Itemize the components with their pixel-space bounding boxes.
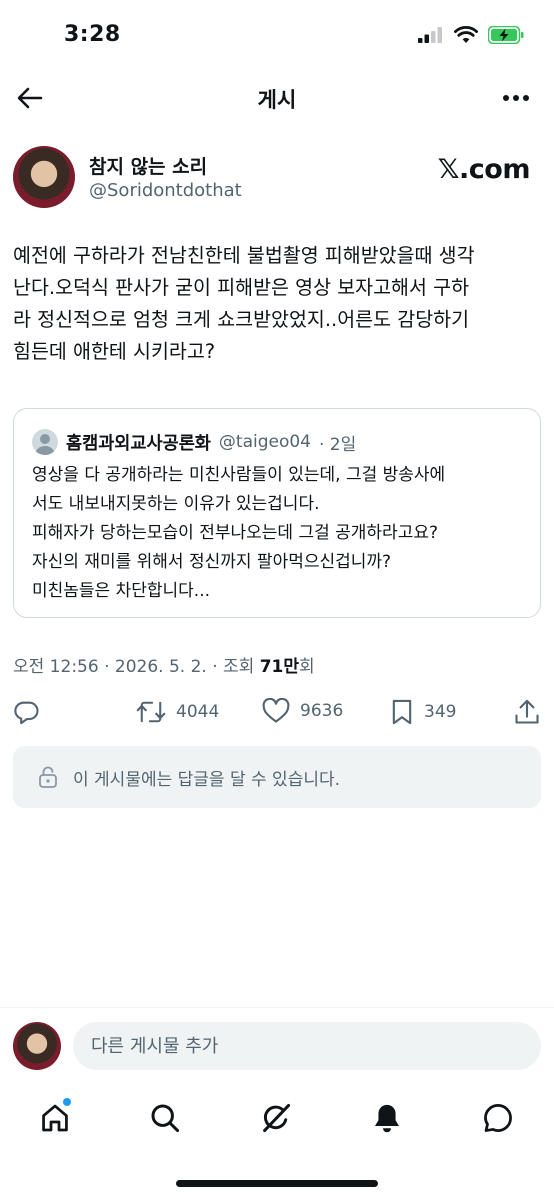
- notification-dot: [63, 1098, 71, 1106]
- battery-charging-icon: [488, 26, 524, 44]
- author-name[interactable]: 참지 않는 소리: [89, 152, 207, 179]
- quoted-post[interactable]: 홈캠과외교사공론화 @taigeo04 · 2일 영상을 다 공개하라는 미친사람…: [13, 408, 541, 618]
- quote-age: · 2일: [319, 434, 357, 455]
- view-count: 71만: [259, 657, 300, 677]
- action-bar: 4044 9636 349: [0, 698, 554, 730]
- page-title: 게시: [257, 88, 297, 112]
- signal-icon: [418, 27, 442, 43]
- retweet-count: 4044: [176, 702, 220, 722]
- share-icon: [515, 699, 539, 724]
- retweet-button[interactable]: 4044: [136, 698, 219, 726]
- bookmark-icon: [392, 699, 412, 725]
- nav-bar: 게시: [0, 74, 554, 122]
- post-meta: 오전 12:56 · 2026. 5. 2. · 조회 71만회: [13, 652, 315, 677]
- like-button[interactable]: 9636: [262, 698, 343, 724]
- author-handle[interactable]: @Soridontdothat: [89, 180, 242, 201]
- quote-author-name: 홈캠과외교사공론화: [66, 433, 211, 454]
- more-icon: [503, 95, 529, 101]
- wifi-icon: [454, 26, 478, 43]
- quote-author-handle: @taigeo04: [218, 432, 311, 452]
- more-button[interactable]: [500, 82, 532, 114]
- author-avatar[interactable]: [13, 146, 75, 208]
- composer: [0, 1020, 554, 1072]
- heart-icon: [262, 698, 290, 723]
- add-post-input[interactable]: [73, 1022, 541, 1070]
- search-icon: [151, 1104, 180, 1133]
- quote-avatar: [32, 429, 58, 455]
- tab-grok[interactable]: [256, 1098, 296, 1138]
- lock-icon: [39, 766, 57, 788]
- notifications-icon: [375, 1104, 399, 1133]
- default-avatar-icon: [35, 434, 55, 455]
- retweet-icon: [136, 701, 166, 723]
- divider: [0, 1007, 554, 1008]
- tab-search[interactable]: [145, 1098, 185, 1138]
- bookmark-count: 349: [424, 702, 457, 722]
- reply-notice-text: 이 게시물에는 답글을 달 수 있습니다.: [73, 769, 341, 790]
- share-button[interactable]: [514, 698, 540, 726]
- grok-icon: [263, 1103, 291, 1133]
- tab-bar: [0, 1092, 554, 1142]
- status-bar: 3:28: [0, 0, 554, 70]
- author-row: 참지 않는 소리 @Soridontdothat 𝕏.com: [0, 142, 554, 214]
- tab-notifications[interactable]: [367, 1098, 407, 1138]
- post-timestamp: 오전 12:56 · 2026. 5. 2. · 조회: [13, 657, 260, 677]
- reply-button[interactable]: [13, 698, 41, 726]
- source-logo: 𝕏.com: [437, 154, 531, 185]
- view-suffix: 회: [299, 657, 315, 677]
- reply-restriction-notice: 이 게시물에는 답글을 달 수 있습니다.: [13, 746, 541, 808]
- user-avatar[interactable]: [13, 1022, 61, 1070]
- messages-icon: [484, 1104, 512, 1132]
- status-time: 3:28: [64, 22, 121, 47]
- bookmark-button[interactable]: 349: [390, 698, 456, 726]
- tab-home[interactable]: [35, 1098, 75, 1138]
- home-indicator: [176, 1180, 378, 1187]
- quote-text: 영상을 다 공개하라는 미친사람들이 있는데, 그걸 방송사에 서도 내보내지못…: [32, 465, 446, 601]
- home-icon: [42, 1104, 68, 1132]
- status-icons: [418, 26, 524, 44]
- tab-messages[interactable]: [478, 1098, 518, 1138]
- reply-icon: [14, 701, 39, 725]
- post: 참지 않는 소리 @Soridontdothat 𝕏.com 예전에 구하라가 …: [0, 142, 554, 808]
- quote-header: 홈캠과외교사공론화 @taigeo04 · 2일: [32, 429, 356, 455]
- post-text: 예전에 구하라가 전남친한테 불법촬영 피해받았을때 생각 난다.오덕식 판사가…: [13, 244, 475, 363]
- like-count: 9636: [300, 701, 344, 721]
